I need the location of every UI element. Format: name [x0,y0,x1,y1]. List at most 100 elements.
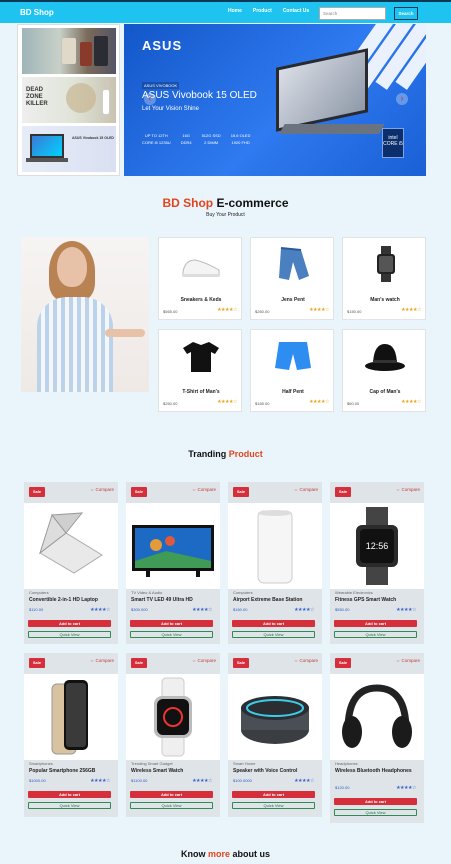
laptop-image [276,48,368,132]
quick-view-button[interactable]: Quick View [334,631,417,638]
product-price: $60.00 [347,401,360,406]
add-to-cart-button[interactable]: Add to cart [28,791,111,798]
compare-link[interactable]: ⇔ Compare [90,658,114,663]
trending-card[interactable]: Sale ⇔ Compare Smartphones Popular Smart… [24,653,118,817]
compare-link[interactable]: ⇔ Compare [294,658,318,663]
rating-stars: ★★★★☆ [401,307,421,313]
compare-link[interactable]: ⇔ Compare [192,658,216,663]
product-name: Fitness GPS Smart Watch [335,597,397,603]
compare-link[interactable]: ⇔ Compare [192,487,216,492]
headphones-icon [342,684,412,748]
product-price: $550.00 [335,607,350,612]
product-price: $165.00 [255,401,270,406]
add-to-cart-button[interactable]: Add to cart [334,620,417,627]
carousel-next-icon[interactable]: › [396,93,408,105]
hero-specs: UP TO 12TH CORE i5 1235U 16G DDR4 512G SSD… [142,132,251,146]
quick-view-button[interactable]: Quick View [130,631,213,638]
spec-item: UP TO 12TH CORE i5 1235U [142,133,171,145]
trending-card[interactable]: Sale ⇔ Compare 12:56 Wearable Electronic… [330,482,424,644]
search-button[interactable]: Search [394,7,418,20]
laptop-base-image [279,124,385,134]
thumbnail-laptop-text: ASUS Vivobook 15 OLED [72,136,114,140]
product-card[interactable]: Man's watch $150.00 ★★★★☆ [342,237,426,320]
product-card[interactable]: Half Pent $165.00 ★★★★☆ [250,329,334,412]
rating-stars: ★★★★☆ [217,307,237,313]
quick-view-button[interactable]: Quick View [232,802,315,809]
compare-link[interactable]: ⇔ Compare [90,487,114,492]
tv-icon [132,525,214,577]
speaker-icon [241,696,309,744]
product-card[interactable]: Jens Pent $260.00 ★★★★☆ [250,237,334,320]
sale-badge: Sale [29,658,45,668]
product-card[interactable]: Sneakers & Keds $565.00 ★★★★☆ [158,237,242,320]
add-to-cart-button[interactable]: Add to cart [334,798,417,805]
sale-badge: Sale [335,487,351,497]
quick-view-button[interactable]: Quick View [334,809,417,816]
rating-stars: ★★★★☆ [192,607,212,613]
trending-card[interactable]: Sale ⇔ Compare TV Video & Audio Smart TV… [126,482,220,644]
search-input[interactable]: Search [319,7,386,20]
jeans-icon [279,247,309,280]
add-to-cart-button[interactable]: Add to cart [232,620,315,627]
quick-view-button[interactable]: Quick View [28,631,111,638]
add-to-cart-button[interactable]: Add to cart [130,791,213,798]
sale-badge: Sale [131,487,147,497]
trending-card[interactable]: Sale ⇔ Compare Smart Home Speaker with V… [228,653,322,817]
rating-stars: ★★★★☆ [217,399,237,405]
watch-icon [154,677,192,757]
carousel-prev-icon[interactable]: ‹ [144,93,156,105]
compare-link[interactable]: ⇔ Compare [396,658,420,663]
product-name: T-Shirt of Man's [182,389,220,395]
spec-item: 16G DDR4 [180,133,192,145]
nav-link-home[interactable]: Home [228,8,242,14]
section-title-know-more: Know more about us [180,849,270,859]
sale-badge: Sale [29,487,45,497]
product-image [330,674,424,760]
thumbnail-shopping[interactable] [22,28,116,74]
product-image [228,503,322,589]
product-price: $1100.00 [131,778,148,783]
spec-item: 15.6 OLED 1920 FHD [230,133,251,145]
model-image [21,237,149,392]
product-name: Wireless Bluetooth Headphones [335,768,412,774]
rating-stars: ★★★★☆ [309,399,329,405]
sale-badge: Sale [335,658,351,668]
brand-logo[interactable]: BD Shop [20,8,54,17]
nav-link-contact[interactable]: Contact Us [283,8,309,14]
compare-link[interactable]: ⇔ Compare [294,487,318,492]
hero-subtitle: Let Your Vision Shine [142,106,199,112]
trending-card[interactable]: Sale ⇔ Compare Computers Airport Extreme… [228,482,322,644]
product-name: Convertible 2-in-1 HD Laptop [29,597,98,603]
hero-banner[interactable]: ASUS ASUS VIVOBOOK ASUS Vivobook 15 OLED… [124,24,426,176]
sale-badge: Sale [233,658,249,668]
add-to-cart-button[interactable]: Add to cart [130,620,213,627]
add-to-cart-button[interactable]: Add to cart [232,791,315,798]
product-name: Sneakers & Keds [180,297,222,303]
trending-card[interactable]: Sale ⇔ Compare Trending Smart Gadget Wir… [126,653,220,817]
product-price: $160.00 [233,607,248,612]
quick-view-button[interactable]: Quick View [28,802,111,809]
product-name: Speaker with Voice Control [233,768,298,774]
product-price: $260.00 [163,401,178,406]
product-price: $565.00 [163,309,178,314]
nav-link-product[interactable]: Product [253,8,272,14]
thumbnail-router[interactable]: DEAD ZONE KILLER [22,77,116,123]
rating-stars: ★★★★☆ [396,607,416,613]
trending-card[interactable]: Sale ⇔ Compare Computers Convertible 2-i… [24,482,118,644]
rating-stars: ★★★★☆ [401,399,421,405]
watch-icon: 12:56 [356,507,398,585]
quick-view-button[interactable]: Quick View [232,631,315,638]
product-card[interactable]: Cap of Man's $60.00 ★★★★☆ [342,329,426,412]
thumbnail-laptop[interactable]: ASUS Vivobook 15 OLED [22,126,116,172]
thumbnail-router-text: DEAD ZONE KILLER [26,87,48,107]
asus-logo: ASUS [142,38,183,53]
product-card[interactable]: T-Shirt of Man's $260.00 ★★★★☆ [158,329,242,412]
add-to-cart-button[interactable]: Add to cart [28,620,111,627]
compare-link[interactable]: ⇔ Compare [396,487,420,492]
nav-links: Home Product Contact Us [228,8,309,14]
shorts-icon [275,342,311,370]
svg-text:12:56: 12:56 [366,541,389,551]
spec-item: 512G SSD 2 DIMM [201,133,221,145]
trending-card[interactable]: Sale ⇔ Compare Headphones Wireless Bluet… [330,653,424,823]
quick-view-button[interactable]: Quick View [130,802,213,809]
